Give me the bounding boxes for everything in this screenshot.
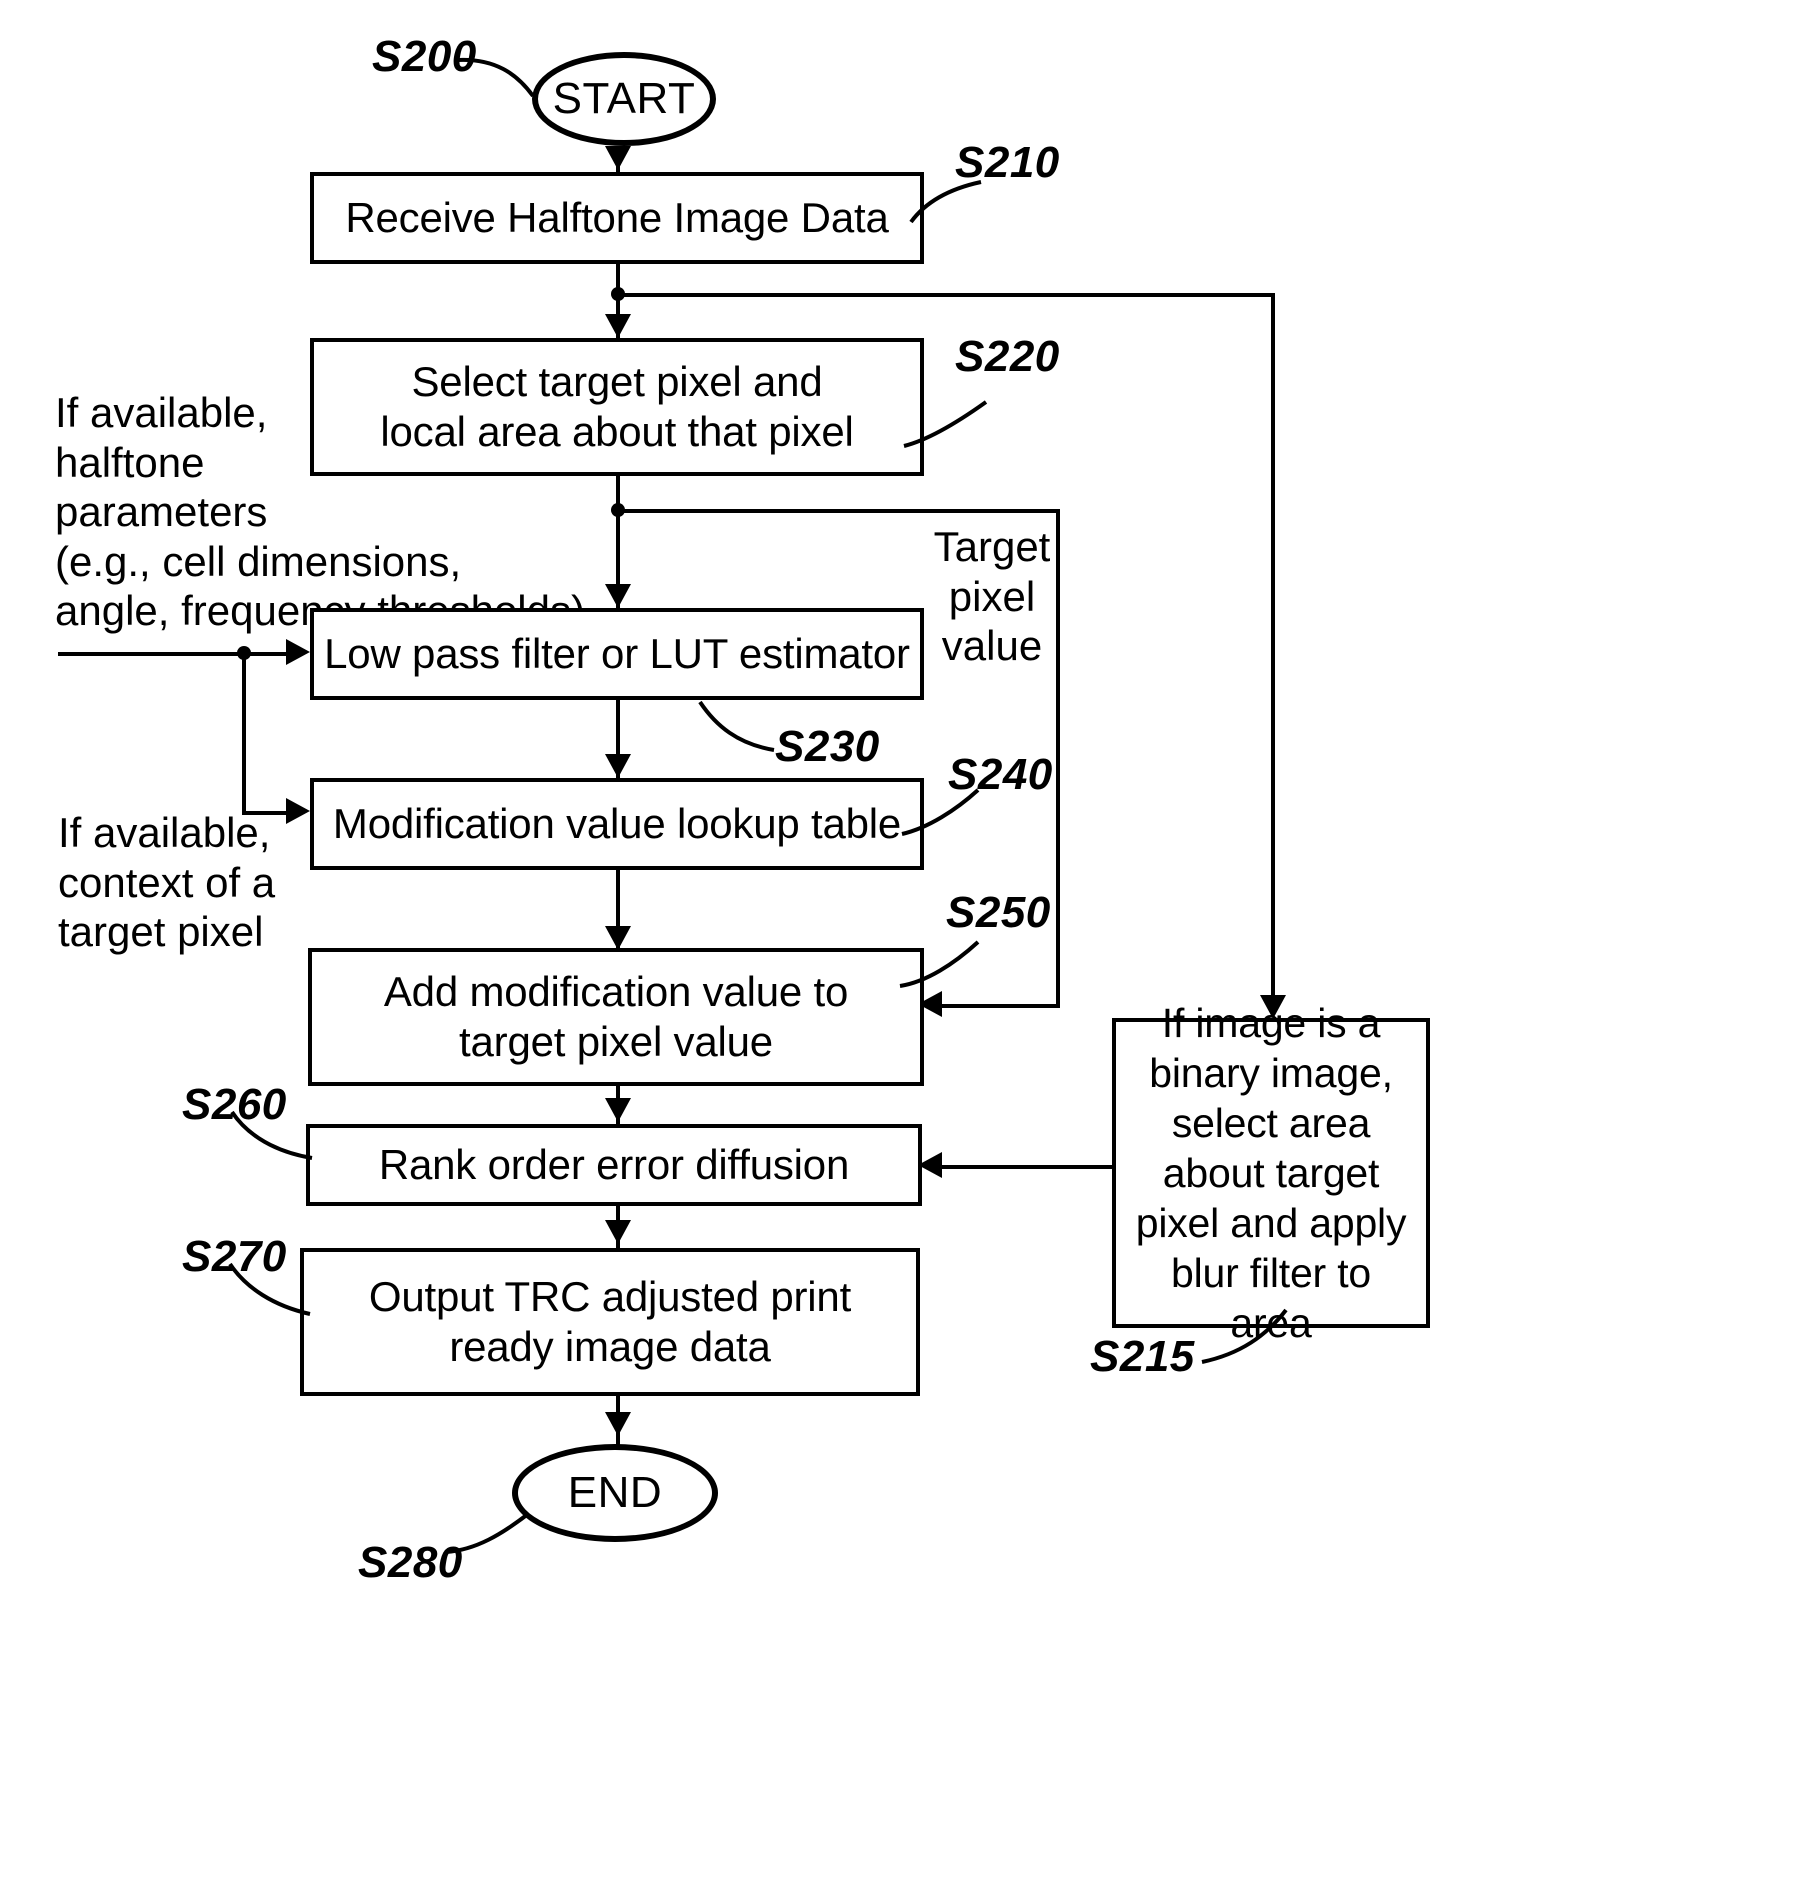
rail-left-input-down bbox=[242, 652, 246, 815]
step-label-s220: S220 bbox=[955, 332, 1060, 381]
step-label-s240: S240 bbox=[948, 750, 1053, 799]
node-s240-label: Modification value lookup table bbox=[332, 800, 902, 848]
step-label-s230: S230 bbox=[775, 722, 880, 771]
node-s210-label: Receive Halftone Image Data bbox=[345, 194, 889, 242]
node-s240: Modification value lookup table bbox=[310, 778, 924, 870]
step-label-s200: S200 bbox=[372, 32, 477, 81]
rail-target-pixel-value-down bbox=[1056, 509, 1060, 1008]
node-s260-label: Rank order error diffusion bbox=[378, 1141, 850, 1189]
arrowhead-s270-to-end bbox=[605, 1412, 631, 1436]
terminator-end-label: END bbox=[567, 1468, 663, 1517]
arrowhead-start-to-s210 bbox=[605, 146, 631, 170]
rail-s215-to-s260 bbox=[940, 1165, 1112, 1169]
rail-top-to-s215 bbox=[616, 293, 1275, 297]
node-s210: Receive Halftone Image Data bbox=[310, 172, 924, 264]
step-label-s270: S270 bbox=[182, 1232, 287, 1281]
terminator-end: END bbox=[512, 1444, 718, 1542]
step-label-s215: S215 bbox=[1090, 1332, 1195, 1381]
node-s270-label: Output TRC adjusted print ready image da… bbox=[368, 1273, 852, 1370]
arrowhead-s230-to-s240 bbox=[605, 754, 631, 778]
arrowhead-s210-to-s220 bbox=[605, 314, 631, 338]
step-label-s210: S210 bbox=[955, 138, 1060, 187]
rail-left-input-to-s230 bbox=[58, 652, 286, 656]
step-label-s280: S280 bbox=[358, 1538, 463, 1587]
rail-target-pixel-value-into-s250 bbox=[940, 1004, 1060, 1008]
terminator-start: START bbox=[532, 52, 716, 146]
step-label-s250: S250 bbox=[946, 888, 1051, 937]
annotation-context-target-pixel: If available, context of a target pixel bbox=[58, 809, 276, 956]
node-s260: Rank order error diffusion bbox=[306, 1124, 922, 1206]
node-s215-label: If image is a binary image, select area … bbox=[1135, 999, 1407, 1347]
node-s230-label: Low pass filter or LUT estimator bbox=[324, 630, 910, 678]
annotation-halftone-parameters: If available, halftone parameters (e.g.,… bbox=[55, 389, 585, 635]
arrowhead-s215-to-s260 bbox=[918, 1152, 942, 1178]
arrowhead-left-input-to-s230 bbox=[286, 639, 310, 665]
flowchart-canvas: START S200 Receive Halftone Image Data S… bbox=[0, 0, 1796, 1902]
node-s215: If image is a binary image, select area … bbox=[1112, 1000, 1430, 1346]
terminator-start-label: START bbox=[552, 74, 696, 123]
node-s270: Output TRC adjusted print ready image da… bbox=[300, 1248, 920, 1396]
node-s230: Low pass filter or LUT estimator bbox=[310, 608, 924, 700]
node-s250-label: Add modification value to target pixel v… bbox=[383, 968, 849, 1065]
rail-target-pixel-value-top bbox=[616, 509, 1060, 513]
node-s250: Add modification value to target pixel v… bbox=[308, 948, 924, 1086]
rail-down-to-s215 bbox=[1271, 293, 1275, 1015]
arrowhead-s240-to-s250 bbox=[605, 926, 631, 950]
step-label-s260: S260 bbox=[182, 1080, 287, 1129]
arrowhead-s250-to-s260 bbox=[605, 1098, 631, 1122]
arrowhead-s260-to-s270 bbox=[605, 1220, 631, 1244]
leader-s230 bbox=[698, 700, 775, 752]
annotation-target-pixel-value: Target pixel value bbox=[933, 523, 1051, 670]
